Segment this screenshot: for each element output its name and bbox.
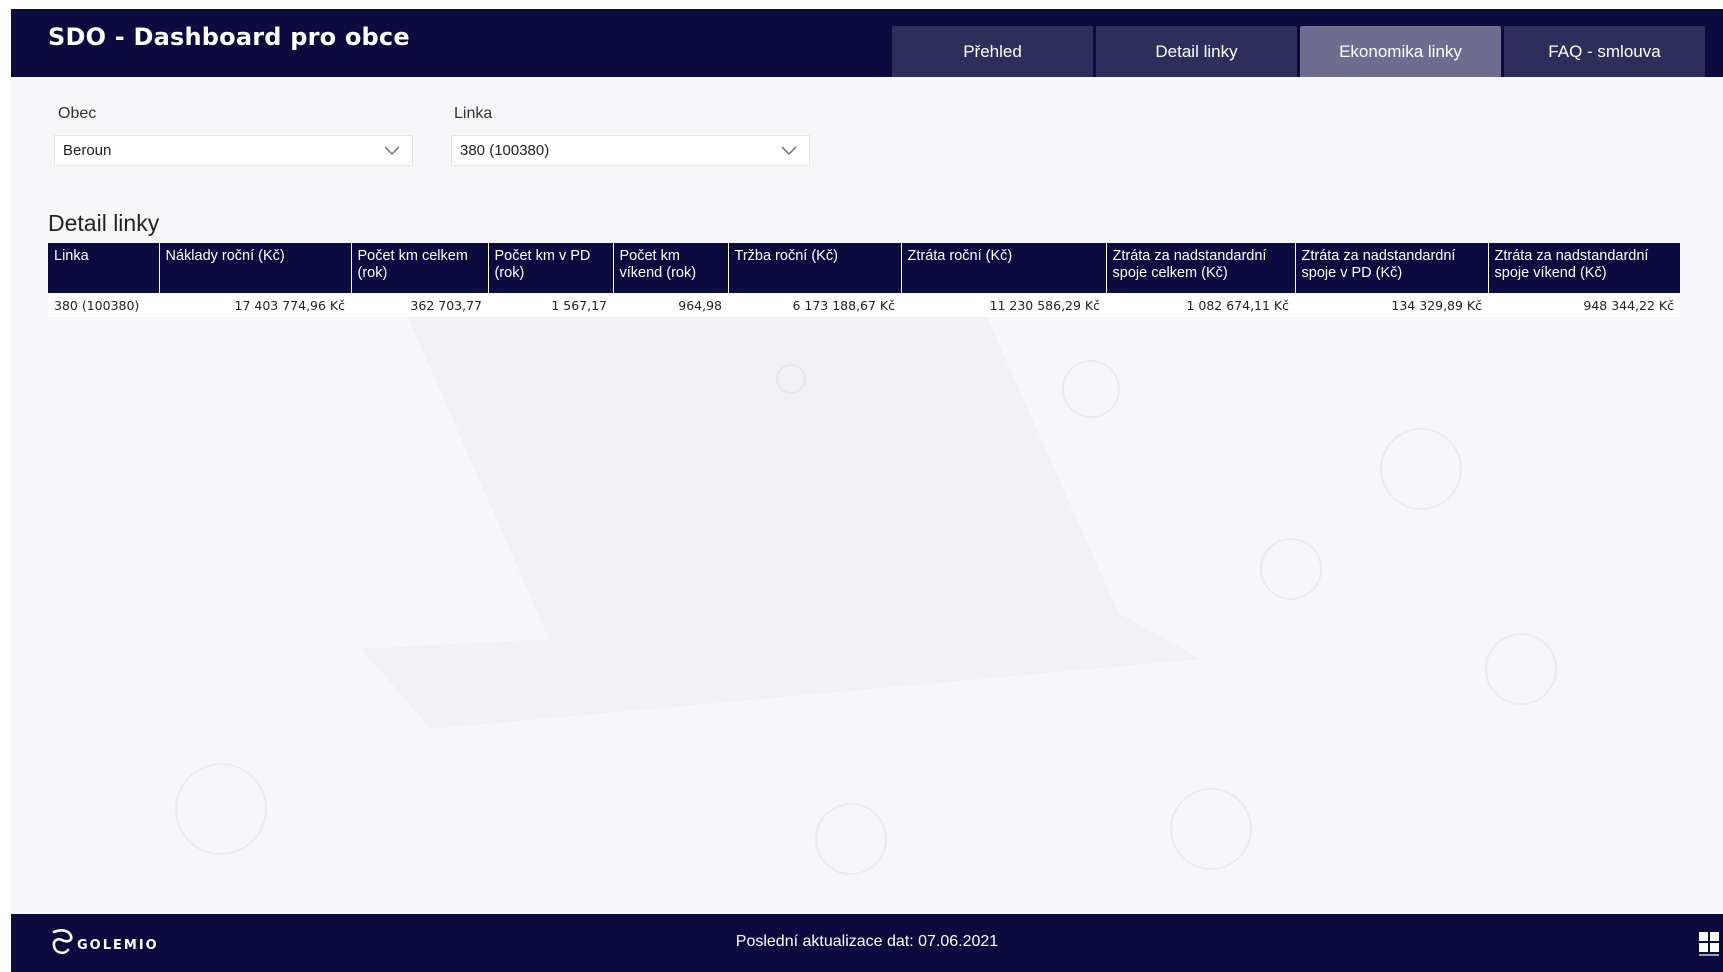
table-cell: 134 329,89 Kč: [1295, 293, 1488, 317]
footer: GOLEMIO Poslední aktualizace dat: 07.06.…: [11, 914, 1723, 972]
table-header-row: Linka Náklady roční (Kč) Počet km celkem…: [48, 243, 1680, 293]
column-header-ztrata[interactable]: Ztráta roční (Kč): [901, 243, 1107, 293]
column-header-km-pd[interactable]: Počet km v PD (rok): [488, 243, 614, 293]
linka-label: Linka: [454, 105, 493, 122]
linka-selected-value: 380 (100380): [460, 142, 550, 159]
column-header-ztrata-nadstd-vikend[interactable]: Ztráta za nadstandardní spoje víkend (Kč…: [1488, 243, 1680, 293]
detail-table: Linka Náklady roční (Kč) Počet km celkem…: [48, 243, 1680, 317]
table-cell: 362 703,77: [351, 293, 488, 317]
last-update-text: Poslední aktualizace dat: 07.06.2021: [735, 933, 999, 950]
obec-label: Obec: [58, 105, 97, 122]
obec-dropdown[interactable]: Beroun: [54, 135, 413, 166]
top-header: SDO - Dashboard pro obce Přehled Detail …: [11, 9, 1723, 77]
table-cell: 1 082 674,11 Kč: [1106, 293, 1295, 317]
section-title: Detail linky: [48, 210, 160, 236]
table-cell: 1 567,17: [488, 293, 613, 317]
table-row: 380 (100380) 17 403 774,96 Kč 362 703,77…: [48, 293, 1680, 317]
tab-faq-smlouva[interactable]: FAQ - smlouva: [1504, 26, 1705, 77]
column-header-km-celkem[interactable]: Počet km celkem (rok): [351, 243, 489, 293]
chevron-down-icon: [781, 146, 797, 155]
obec-selected-value: Beroun: [63, 142, 112, 159]
dashboard-frame: SDO - Dashboard pro obce Přehled Detail …: [11, 9, 1723, 972]
tab-ekonomika-linky[interactable]: Ekonomika linky: [1300, 26, 1501, 77]
table-cell: 6 173 188,67 Kč: [728, 293, 901, 317]
column-header-km-vikend[interactable]: Počet km víkend (rok): [613, 243, 729, 293]
column-header-linka[interactable]: Linka: [48, 243, 160, 293]
column-header-naklady[interactable]: Náklady roční (Kč): [159, 243, 352, 293]
table-cell: 380 (100380): [48, 293, 159, 317]
tab-prehled[interactable]: Přehled: [892, 26, 1093, 77]
linka-dropdown[interactable]: 380 (100380): [451, 135, 810, 166]
column-header-trzba[interactable]: Tržba roční (Kč): [728, 243, 902, 293]
tab-detail-linky[interactable]: Detail linky: [1096, 26, 1297, 77]
table-cell: 964,98: [613, 293, 728, 317]
column-header-ztrata-nadstd-celkem[interactable]: Ztráta za nadstandardní spoje celkem (Kč…: [1106, 243, 1296, 293]
table-cell: 948 344,22 Kč: [1488, 293, 1680, 317]
table-cell: 11 230 586,29 Kč: [901, 293, 1106, 317]
column-header-ztrata-nadstd-pd[interactable]: Ztráta za nadstandardní spoje v PD (Kč): [1295, 243, 1489, 293]
oict-logo: [1698, 931, 1720, 957]
table-cell: 17 403 774,96 Kč: [159, 293, 351, 317]
chevron-down-icon: [384, 146, 400, 155]
app-title: SDO - Dashboard pro obce: [48, 23, 410, 51]
